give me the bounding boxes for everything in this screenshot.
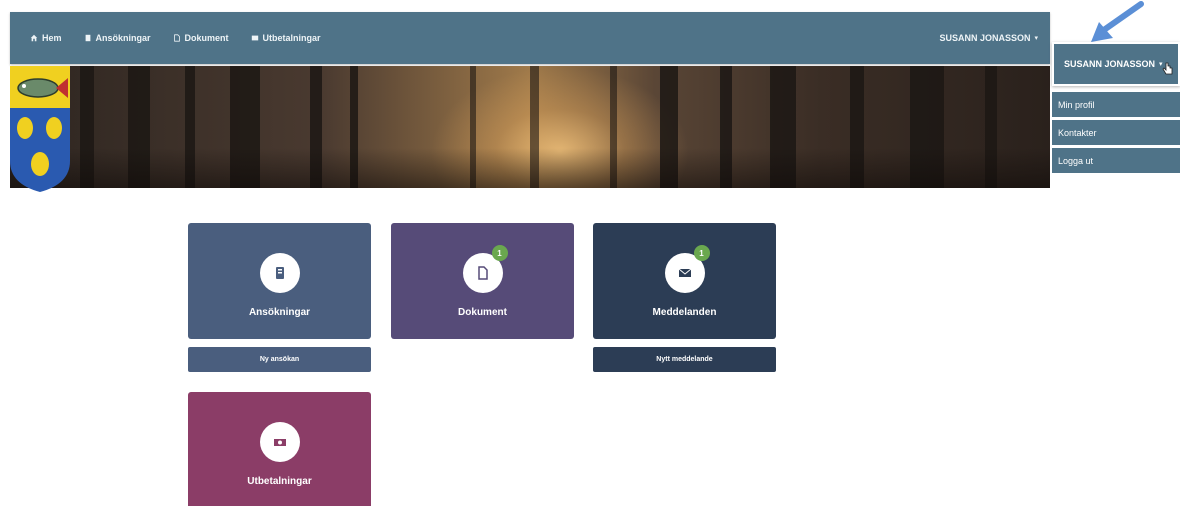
chevron-down-icon: ▾ [1034, 35, 1038, 42]
file-icon [85, 34, 90, 42]
menu-item-logga-ut[interactable]: Logga ut [1052, 148, 1180, 173]
tile-ansokningar[interactable]: Ansökningar [188, 223, 371, 339]
tile-meddelanden[interactable]: 1 Meddelanden [593, 223, 776, 339]
notification-badge: 1 [693, 245, 710, 261]
payment-icon [251, 35, 258, 41]
tile-label: Ansökningar [248, 307, 311, 318]
menu-item-min-profil[interactable]: Min profil [1052, 92, 1180, 117]
nav-item-dokument[interactable]: Dokument [173, 33, 229, 43]
user-dropdown-header[interactable]: SUSANN JONASSON ▾ [1052, 42, 1180, 86]
money-icon [273, 439, 286, 446]
tile-icon-circle [259, 422, 300, 462]
nav-item-utbetalningar[interactable]: Utbetalningar [251, 33, 321, 43]
nav-item-label: Dokument [184, 33, 229, 43]
tile-icon-circle [259, 253, 300, 293]
nav-item-ansokningar[interactable]: Ansökningar [84, 33, 151, 43]
forest-banner [10, 66, 1050, 188]
tile-label: Utbetalningar [247, 476, 312, 487]
user-dropdown-menu: Min profil Kontakter Logga ut [1052, 92, 1180, 176]
document-icon [173, 34, 180, 42]
tile-dokument[interactable]: 1 Dokument [391, 223, 574, 339]
user-name: SUSANN JONASSON [939, 33, 1031, 43]
arrow-pointer-icon [1091, 1, 1144, 42]
nytt-meddelande-button[interactable]: Nytt meddelande [593, 347, 776, 372]
tile-label: Meddelanden [652, 307, 717, 318]
ny-ansokan-button[interactable]: Ny ansökan [188, 347, 371, 372]
application-icon [275, 267, 284, 279]
user-name: SUSANN JONASSON [1064, 59, 1156, 69]
document-icon [477, 266, 488, 280]
notification-badge: 1 [491, 245, 508, 261]
nav-item-label: Utbetalningar [262, 33, 321, 43]
nav-items: Hem Ansökningar Dokument Utbetalningar [30, 12, 321, 64]
top-navbar: Hem Ansökningar Dokument Utbetalningar S… [10, 12, 1050, 64]
nav-item-label: Ansökningar [95, 33, 151, 43]
tile-icon-circle: 1 [664, 245, 710, 293]
nav-item-hem[interactable]: Hem [30, 33, 62, 43]
coat-of-arms-logo [10, 66, 70, 192]
home-icon [30, 34, 38, 42]
tile-label: Dokument [458, 307, 507, 318]
envelope-icon [678, 268, 691, 277]
menu-item-kontakter[interactable]: Kontakter [1052, 120, 1180, 145]
banner-shade [10, 148, 1050, 188]
user-menu-toggle[interactable]: SUSANN JONASSON ▾ [939, 12, 1038, 64]
tile-utbetalningar[interactable]: Utbetalningar [188, 392, 371, 506]
hand-cursor-icon [1162, 62, 1173, 75]
tile-icon-circle: 1 [462, 245, 508, 293]
nav-item-label: Hem [42, 33, 62, 43]
